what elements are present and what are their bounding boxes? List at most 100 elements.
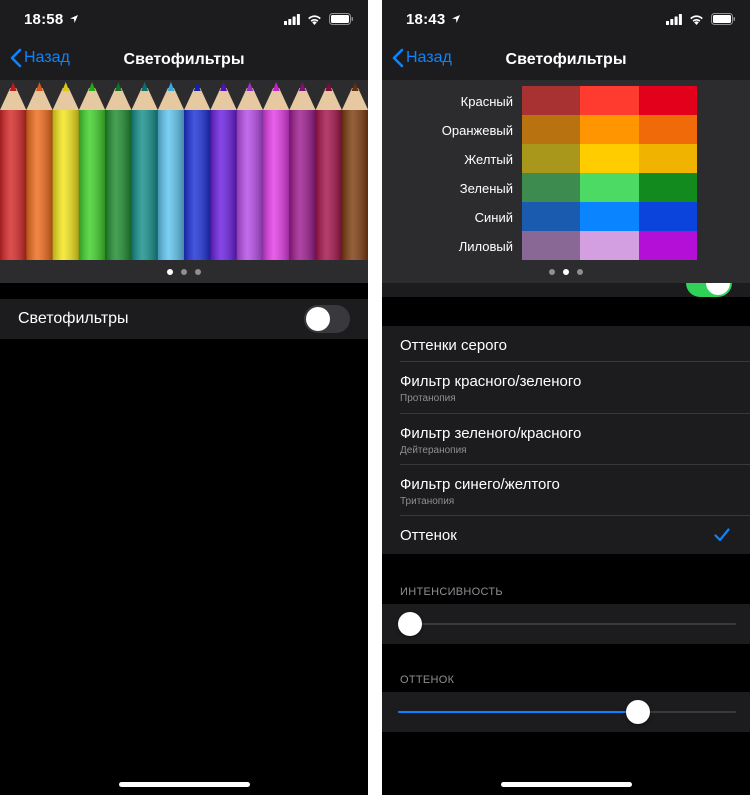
swatch-label: Зеленый <box>459 181 513 196</box>
left-screen: 18:58 Назад Светофильтры Светофильтры <box>0 0 368 795</box>
filters-toggle[interactable] <box>686 283 732 297</box>
filter-option-title: Фильтр синего/желтого <box>400 476 560 493</box>
status-time: 18:43 <box>406 11 446 28</box>
page-dot[interactable] <box>167 269 173 275</box>
page-dot[interactable] <box>181 269 187 275</box>
filter-option[interactable]: Фильтр зеленого/красного Дейтеранопия <box>382 414 750 465</box>
swatch-cell <box>638 173 698 202</box>
battery-icon <box>711 13 735 25</box>
page-indicator[interactable] <box>382 269 750 275</box>
status-bar: 18:43 <box>382 0 750 40</box>
filter-option-title: Фильтр красного/зеленого <box>400 373 582 390</box>
swatch-cell <box>638 115 698 144</box>
swatch-cell <box>580 173 640 202</box>
page-dot[interactable] <box>195 269 201 275</box>
cellular-signal-icon <box>666 13 682 25</box>
pencil <box>52 82 79 260</box>
swatch-cell <box>580 86 640 115</box>
pencil <box>263 82 290 260</box>
toggle-knob <box>706 283 730 295</box>
swatch-label: Синий <box>474 210 513 225</box>
pencil <box>315 82 342 260</box>
intensity-slider-thumb[interactable] <box>398 612 422 636</box>
pencil <box>157 82 185 260</box>
page-title: Светофильтры <box>505 51 627 68</box>
hue-track <box>398 711 736 713</box>
filter-option[interactable]: Оттенок <box>382 516 750 554</box>
swatch-cell <box>638 202 698 231</box>
location-arrow-icon <box>70 15 78 23</box>
filter-option[interactable]: Фильтр красного/зеленого Протанопия <box>382 362 750 414</box>
filter-option[interactable]: Оттенки серого <box>382 326 750 362</box>
pencils-preview[interactable] <box>0 80 368 283</box>
status-bar: 18:58 <box>0 0 368 40</box>
location-arrow-icon <box>452 15 460 23</box>
swatch-cell <box>522 115 581 144</box>
filters-toggle-row: Светофильтры <box>0 299 368 339</box>
swatch-cell <box>638 231 698 260</box>
hue-slider-thumb[interactable] <box>625 700 650 724</box>
wifi-icon <box>690 14 703 25</box>
pencil <box>131 82 158 260</box>
pencil <box>210 82 237 260</box>
home-indicator[interactable] <box>501 782 632 787</box>
filter-option-title: Фильтр зеленого/красного <box>400 425 582 442</box>
page-dot[interactable] <box>563 269 569 275</box>
swatch-cell <box>580 144 640 173</box>
cellular-signal-icon <box>284 13 300 25</box>
hue-fill <box>398 711 638 713</box>
hue-header: ОТТЕНОК <box>400 674 455 686</box>
swatch-cell <box>522 231 581 260</box>
intensity-track <box>398 623 736 625</box>
intensity-header: ИНТЕНСИВНОСТЬ <box>400 586 503 598</box>
right-screen: 18:43 Назад Светофильтры Красный Оранжевы… <box>382 0 750 795</box>
filters-toggle-row <box>382 283 750 297</box>
navigation-bar: Назад Светофильтры <box>382 40 750 80</box>
swatch-cell <box>580 202 640 231</box>
swatch-label: Лиловый <box>458 239 513 254</box>
pencils-image <box>0 82 368 260</box>
status-icons <box>666 13 736 25</box>
filter-option-title: Оттенки серого <box>400 337 507 354</box>
pencil <box>341 82 368 260</box>
filter-option-title: Оттенок <box>400 527 457 544</box>
filter-option[interactable]: Фильтр синего/желтого Тританопия <box>382 465 750 516</box>
color-swatch-preview[interactable]: Красный Оранжевый Желтый Зеленый Синий Лиловы… <box>382 80 750 283</box>
swatch-label: Желтый <box>464 152 513 167</box>
swatch-label: Оранжевый <box>441 123 513 138</box>
pencil <box>26 82 53 260</box>
swatch-cell <box>580 231 640 260</box>
page-dot[interactable] <box>577 269 583 275</box>
battery-icon <box>329 13 353 25</box>
filter-option-subtitle: Тританопия <box>400 496 455 507</box>
page-title: Светофильтры <box>123 51 245 68</box>
hue-slider[interactable] <box>382 692 750 732</box>
intensity-slider[interactable] <box>382 604 750 644</box>
status-icons <box>284 13 354 25</box>
swatch-cell <box>580 115 640 144</box>
checkmark-icon <box>714 528 730 542</box>
swatch-cell <box>638 144 698 173</box>
pencil <box>78 82 106 260</box>
swatch-cell <box>522 144 581 173</box>
pencil <box>184 82 211 260</box>
status-time: 18:58 <box>24 11 64 28</box>
filters-toggle[interactable] <box>304 305 350 333</box>
toggle-knob <box>306 307 330 331</box>
home-indicator[interactable] <box>119 782 250 787</box>
pencil <box>289 82 316 260</box>
page-indicator[interactable] <box>0 269 368 275</box>
swatch-cell <box>638 86 698 115</box>
swatch-cell <box>522 86 581 115</box>
pencil <box>236 82 263 260</box>
filter-option-subtitle: Протанопия <box>400 393 456 404</box>
swatch-cell <box>522 202 581 231</box>
pencil <box>0 82 27 260</box>
page-dot[interactable] <box>549 269 555 275</box>
wifi-icon <box>308 14 321 25</box>
swatch-cell <box>522 173 581 202</box>
navigation-bar: Назад Светофильтры <box>0 40 368 80</box>
filter-option-subtitle: Дейтеранопия <box>400 445 467 456</box>
pencil <box>105 82 132 260</box>
filters-toggle-label: Светофильтры <box>18 310 129 327</box>
